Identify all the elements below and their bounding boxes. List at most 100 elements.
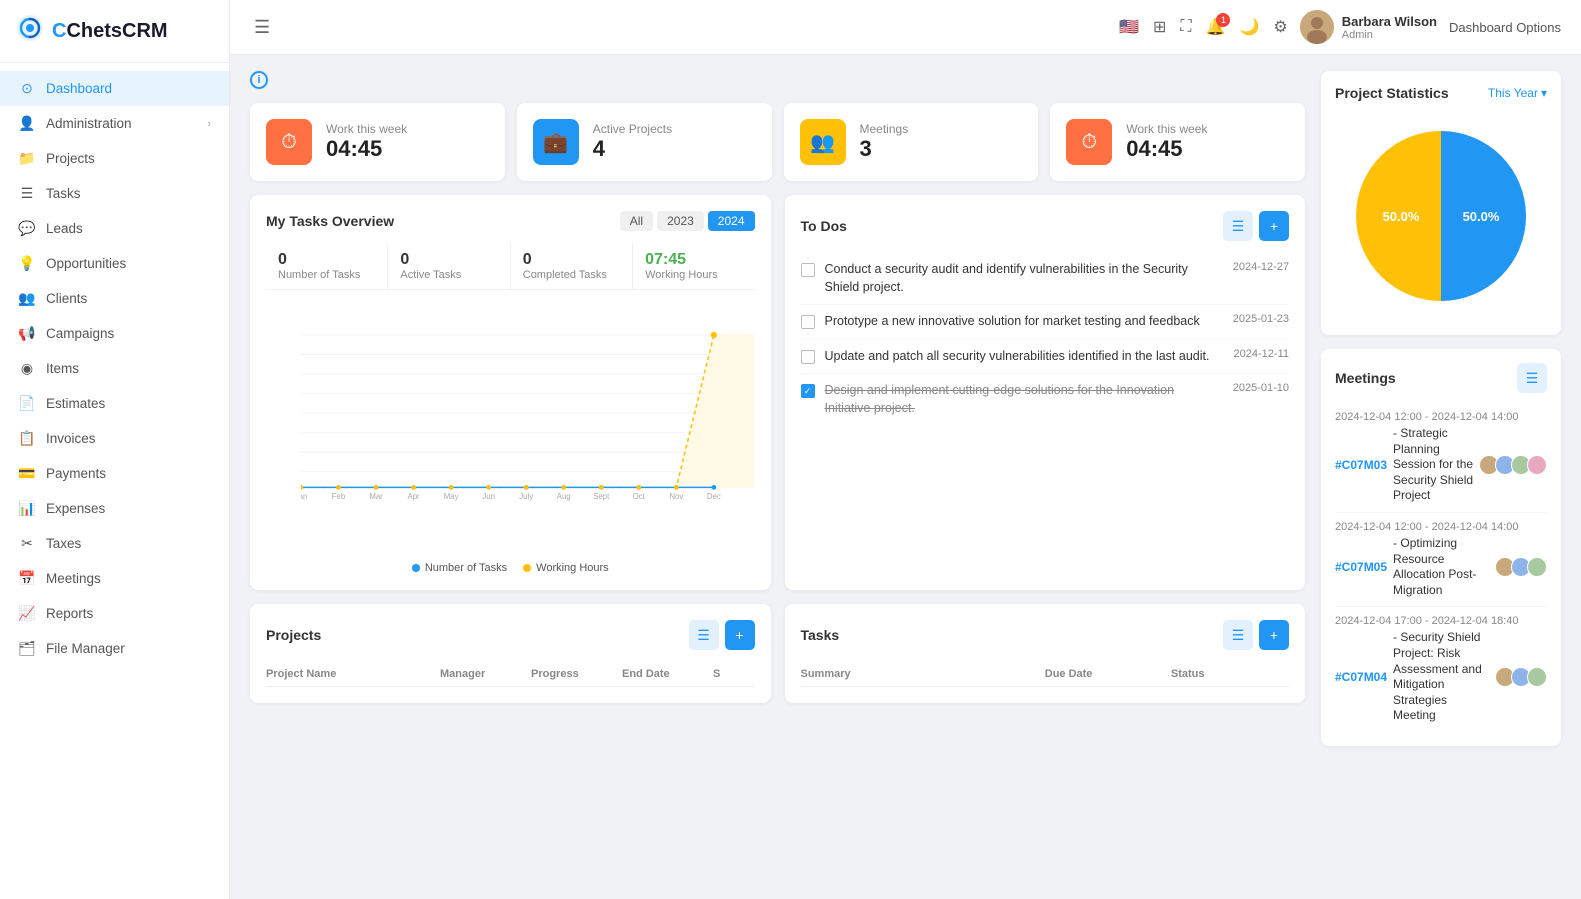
user-avatar-button[interactable]: Barbara Wilson Admin xyxy=(1300,10,1437,44)
sidebar-item-reports[interactable]: 📈 Reports xyxy=(0,596,229,631)
todos-list-button[interactable]: ☰ xyxy=(1223,211,1253,241)
sidebar-item-file-manager[interactable]: 🗂 File Manager xyxy=(0,631,229,666)
year-select-button[interactable]: This Year ▾ xyxy=(1488,86,1547,100)
chart-legend: Number of Tasks Working Hours xyxy=(266,562,755,574)
tasks-panel-title: Tasks xyxy=(801,627,840,643)
sidebar-item-expenses[interactable]: 📊 Expenses xyxy=(0,491,229,526)
meetings-list-button[interactable]: ☰ xyxy=(1517,363,1547,393)
reports-icon: 📈 xyxy=(18,605,36,622)
sidebar-item-payments[interactable]: 💳 Payments xyxy=(0,456,229,491)
settings-icon[interactable]: ⚙ xyxy=(1273,17,1287,37)
user-name: Barbara Wilson xyxy=(1342,14,1437,29)
svg-text:May: May xyxy=(444,492,459,501)
meeting-time-2: 2024-12-04 17:00 - 2024-12-04 18:40 xyxy=(1335,615,1547,627)
sidebar-item-projects[interactable]: 📁 Projects xyxy=(0,141,229,176)
tasks-bottom-header: Tasks ☰ + xyxy=(801,620,1290,650)
items-icon: ◉ xyxy=(18,360,36,377)
user-role: Admin xyxy=(1342,29,1437,41)
todos-add-button[interactable]: + xyxy=(1259,211,1289,241)
project-statistics-title: Project Statistics xyxy=(1335,85,1449,101)
todo-item-2: Update and patch all security vulnerabil… xyxy=(801,340,1290,375)
campaigns-icon: 📢 xyxy=(18,325,36,342)
meeting-row-1: #C07M05 - Optimizing Resource Allocation… xyxy=(1335,536,1547,598)
stat-card-active-projects-text: Active Projects 4 xyxy=(593,122,672,162)
meeting-link-2[interactable]: #C07M04 xyxy=(1335,670,1387,684)
logo-icon xyxy=(16,14,44,48)
topbar-icons: 🇺🇸 ⊞ ⛶ 🔔 1 🌙 ⚙ xyxy=(1119,17,1288,37)
projects-action-btns: ☰ + xyxy=(689,620,755,650)
sidebar-item-opportunities[interactable]: 💡 Opportunities xyxy=(0,246,229,281)
info-icon[interactable]: i xyxy=(250,71,268,89)
todo-checkbox-1[interactable] xyxy=(801,315,815,329)
meeting-link-1[interactable]: #C07M05 xyxy=(1335,560,1387,574)
meeting-avatar xyxy=(1527,455,1547,475)
sidebar-item-dashboard[interactable]: ⊙ Dashboard xyxy=(0,71,229,106)
stat-card-work-week-1-text: Work this week 04:45 xyxy=(326,122,407,162)
legend-tasks-dot xyxy=(412,564,420,572)
projects-add-button[interactable]: + xyxy=(725,620,755,650)
todo-date-0: 2024-12-27 xyxy=(1233,261,1289,273)
svg-text:50.0%: 50.0% xyxy=(1383,209,1420,224)
language-flag[interactable]: 🇺🇸 xyxy=(1119,17,1139,37)
clients-icon: 👥 xyxy=(18,290,36,307)
svg-text:Feb: Feb xyxy=(332,492,346,501)
legend-hours: Working Hours xyxy=(523,562,609,574)
tasks-icon: ☰ xyxy=(18,185,36,202)
meeting-time-0: 2024-12-04 12:00 - 2024-12-04 14:00 xyxy=(1335,411,1547,423)
notifications-icon[interactable]: 🔔 1 xyxy=(1206,17,1226,37)
stat-card-meetings: 👥 Meetings 3 xyxy=(784,103,1039,181)
todo-item-0: Conduct a security audit and identify vu… xyxy=(801,253,1290,305)
meeting-link-0[interactable]: #C07M03 xyxy=(1335,458,1387,472)
meeting-desc-1: - Optimizing Resource Allocation Post-Mi… xyxy=(1393,536,1493,598)
dashboard-icon: ⊙ xyxy=(18,80,36,97)
stat-card-meetings-value: 3 xyxy=(860,136,909,162)
todo-checkbox-3[interactable] xyxy=(801,384,815,398)
two-panels-row: My Tasks Overview All 2023 2024 0 Number… xyxy=(250,195,1305,590)
taxes-icon: ✂ xyxy=(18,535,36,552)
svg-text:Nov: Nov xyxy=(669,492,683,501)
todo-date-1: 2025-01-23 xyxy=(1233,313,1289,325)
estimates-icon: 📄 xyxy=(18,395,36,412)
logo-text: CChetsCRM xyxy=(52,20,168,43)
projects-panel: Projects ☰ + Project Name Manager Progre… xyxy=(250,604,771,703)
sidebar-item-estimates[interactable]: 📄 Estimates xyxy=(0,386,229,421)
meeting-desc-0: - Strategic Planning Session for the Sec… xyxy=(1393,426,1477,504)
stat-cards: ⏱ Work this week 04:45 💼 Active Projects… xyxy=(250,103,1305,181)
tab-2023[interactable]: 2023 xyxy=(657,211,704,231)
todos-action-btns: ☰ + xyxy=(1223,211,1289,241)
tasks-list-button[interactable]: ☰ xyxy=(1223,620,1253,650)
stat-card-work-week-2-value: 04:45 xyxy=(1126,136,1207,162)
projects-panel-title: Projects xyxy=(266,627,321,643)
hamburger-button[interactable]: ☰ xyxy=(250,13,274,42)
svg-text:Mar: Mar xyxy=(369,492,383,501)
sidebar-item-leads[interactable]: 💬 Leads xyxy=(0,211,229,246)
tab-all[interactable]: All xyxy=(620,211,653,231)
sidebar-item-meetings[interactable]: 📅 Meetings xyxy=(0,561,229,596)
projects-list-button[interactable]: ☰ xyxy=(689,620,719,650)
meeting-item-1: 2024-12-04 12:00 - 2024-12-04 14:00 #C07… xyxy=(1335,513,1547,607)
logo[interactable]: CChetsCRM xyxy=(0,0,229,63)
dark-mode-icon[interactable]: 🌙 xyxy=(1239,17,1259,37)
tasks-bottom-panel: Tasks ☰ + Summary Due Date Status xyxy=(785,604,1306,703)
payments-icon: 💳 xyxy=(18,465,36,482)
sidebar-item-tasks[interactable]: ☰ Tasks xyxy=(0,176,229,211)
sidebar-item-clients[interactable]: 👥 Clients xyxy=(0,281,229,316)
sidebar-item-taxes[interactable]: ✂ Taxes xyxy=(0,526,229,561)
active-projects-icon: 💼 xyxy=(533,119,579,165)
stat-card-active-projects-label: Active Projects xyxy=(593,122,672,136)
apps-icon[interactable]: ⊞ xyxy=(1153,17,1166,37)
todo-item-1: Prototype a new innovative solution for … xyxy=(801,305,1290,340)
svg-text:Jan: Jan xyxy=(301,492,307,501)
todo-checkbox-2[interactable] xyxy=(801,350,815,364)
dashboard-options-label[interactable]: Dashboard Options xyxy=(1449,20,1561,35)
sidebar-item-invoices[interactable]: 📋 Invoices xyxy=(0,421,229,456)
chevron-right-icon: › xyxy=(207,118,211,130)
svg-text:Sept: Sept xyxy=(593,492,610,501)
sidebar-item-administration[interactable]: 👤 Administration › xyxy=(0,106,229,141)
sidebar-item-campaigns[interactable]: 📢 Campaigns xyxy=(0,316,229,351)
sidebar-item-items[interactable]: ◉ Items xyxy=(0,351,229,386)
fullscreen-icon[interactable]: ⛶ xyxy=(1180,18,1191,36)
tasks-add-button[interactable]: + xyxy=(1259,620,1289,650)
todo-checkbox-0[interactable] xyxy=(801,263,815,277)
tab-2024[interactable]: 2024 xyxy=(708,211,755,231)
